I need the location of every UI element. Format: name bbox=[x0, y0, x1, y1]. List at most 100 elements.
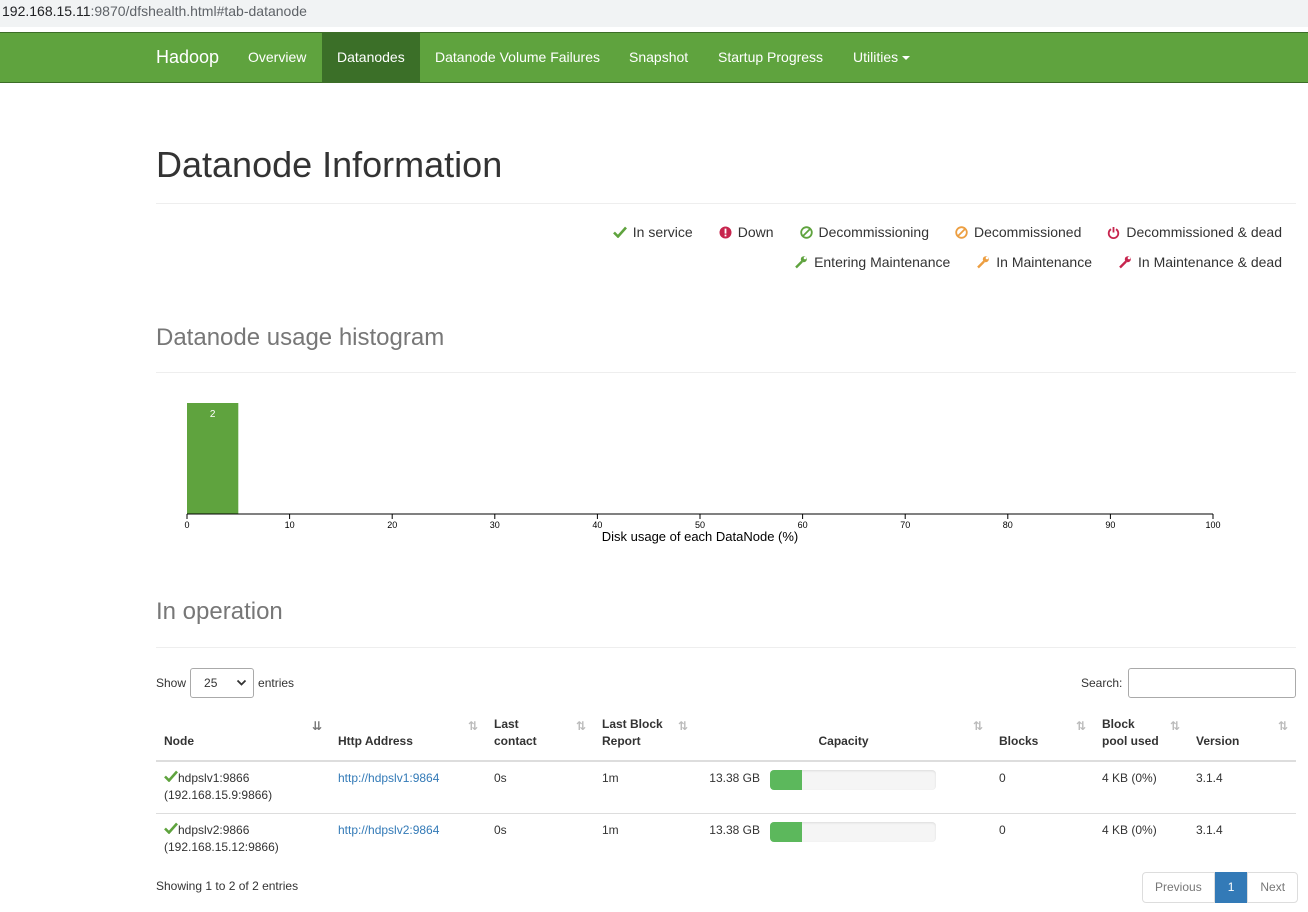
check-icon bbox=[164, 770, 178, 783]
search-input[interactable] bbox=[1128, 668, 1297, 698]
operation-heading: In operation bbox=[156, 598, 283, 625]
node-name: hdpslv1:9866 bbox=[178, 771, 250, 785]
ban-icon bbox=[799, 225, 813, 239]
legend-decommissioning: Decommissioning bbox=[799, 224, 929, 240]
legend-in-maintenance: In Maintenance bbox=[976, 254, 1092, 270]
sort-asc-icon: ⇊ bbox=[311, 719, 322, 733]
browser-address-bar[interactable]: 192.168.15.11:9870/dfshealth.html#tab-da… bbox=[0, 0, 1308, 27]
nav-utilities-dropdown[interactable]: Utilities bbox=[838, 33, 925, 82]
capacity-value: 13.38 GB bbox=[709, 822, 760, 837]
caret-down-icon bbox=[902, 56, 911, 61]
col-version[interactable]: Version ⇅ bbox=[1188, 712, 1296, 762]
node-cell: hdpslv1:9866 (192.168.15.9:9866) bbox=[156, 761, 330, 814]
page-title: Datanode Information bbox=[156, 144, 503, 185]
wrench-icon bbox=[1119, 256, 1131, 269]
col-capacity[interactable]: Capacity ⇅ bbox=[696, 712, 991, 762]
brand-link[interactable]: Hadoop bbox=[156, 47, 219, 68]
chevron-down-icon bbox=[236, 679, 247, 686]
http-cell: http://hdpslv2:9864 bbox=[330, 813, 486, 865]
entries-value: 25 bbox=[204, 676, 218, 690]
http-address-link[interactable]: http://hdpslv1:9864 bbox=[338, 771, 439, 785]
top-navbar: Hadoop Overview Datanodes Datanode Volum… bbox=[0, 32, 1308, 83]
x-tick-label: 70 bbox=[900, 520, 910, 530]
col-node[interactable]: Node ⇊ bbox=[156, 712, 330, 762]
legend-entering-maintenance: Entering Maintenance bbox=[794, 254, 950, 270]
capacity-value: 13.38 GB bbox=[709, 771, 760, 785]
table-row: hdpslv2:9866 (192.168.15.12:9866) http:/… bbox=[156, 813, 1296, 865]
col-http-address[interactable]: Http Address ⇅ bbox=[330, 712, 486, 762]
http-cell: http://hdpslv1:9864 bbox=[330, 761, 486, 814]
next-button[interactable]: Next bbox=[1247, 872, 1299, 903]
divider bbox=[156, 372, 1296, 373]
blocks-cell: 0 bbox=[999, 822, 1006, 837]
node-ip: (192.168.15.12:9866) bbox=[164, 839, 279, 854]
ban-icon bbox=[955, 225, 968, 239]
x-tick-label: 20 bbox=[387, 520, 397, 530]
legend-decommissioned-dead: Decommissioned & dead bbox=[1107, 224, 1282, 240]
legend-in-service: In service bbox=[612, 224, 693, 240]
sort-icon: ⇅ bbox=[972, 719, 983, 733]
nav-datanode-volume-failures[interactable]: Datanode Volume Failures bbox=[420, 33, 615, 82]
check-icon bbox=[612, 226, 627, 238]
power-off-icon bbox=[1108, 226, 1120, 239]
check-icon bbox=[164, 822, 178, 834]
node-name: hdpslv2:9866 bbox=[178, 822, 250, 837]
capacity-progress-bar bbox=[770, 821, 936, 842]
url-text[interactable]: 192.168.15.11:9870/dfshealth.html#tab-da… bbox=[2, 3, 307, 19]
col-blocks[interactable]: Blocks ⇅ bbox=[991, 712, 1094, 762]
node-cell: hdpslv2:9866 (192.168.15.12:9866) bbox=[156, 813, 330, 865]
divider bbox=[156, 647, 1296, 648]
table-header-row: Node ⇊ Http Address ⇅ Last contact ⇅ Last Bl… bbox=[156, 712, 1296, 762]
url-host: 192.168.15.11 bbox=[2, 3, 91, 19]
col-last-block-report[interactable]: Last Block Report ⇅ bbox=[594, 712, 696, 762]
usage-histogram: 20 10 20 30 40 50 60 70 80 90 100Disk usage of eac… bbox=[184, 403, 1221, 544]
capacity-progress-bar bbox=[770, 770, 936, 790]
page-1-button[interactable]: 1 bbox=[1214, 872, 1248, 903]
last-block-report-cell: 1m bbox=[602, 822, 619, 837]
nav-datanodes[interactable]: Datanodes bbox=[322, 33, 420, 82]
exclamation-circle-icon bbox=[719, 226, 732, 238]
legend-row-1: In service Down Decommissioning Decommis… bbox=[587, 224, 1282, 240]
histogram-heading: Datanode usage histogram bbox=[156, 324, 445, 351]
col-last-contact[interactable]: Last contact ⇅ bbox=[486, 712, 594, 762]
last-block-report-cell: 1m bbox=[594, 761, 696, 814]
col-block-pool-used[interactable]: Block pool used ⇅ bbox=[1094, 712, 1188, 762]
entries-length-control: Show 25 entries bbox=[156, 668, 294, 698]
nav-startup-progress[interactable]: Startup Progress bbox=[703, 33, 838, 82]
legend-down: Down bbox=[719, 224, 774, 240]
nav-overview[interactable]: Overview bbox=[233, 33, 321, 82]
wrench-icon bbox=[977, 256, 990, 269]
x-tick-label: 60 bbox=[798, 520, 808, 530]
legend-decommissioned: Decommissioned bbox=[955, 224, 1081, 240]
node-ip: (192.168.15.9:9866) bbox=[164, 788, 273, 802]
capacity-used-fill bbox=[770, 821, 802, 842]
sort-icon: ⇅ bbox=[467, 719, 478, 733]
nav-snapshot[interactable]: Snapshot bbox=[614, 33, 703, 82]
table-info: Showing 1 to 2 of 2 entries bbox=[156, 879, 299, 893]
blocks-cell: 0 bbox=[991, 761, 1094, 814]
capacity-cell: 13.38 GB bbox=[696, 813, 991, 865]
show-label: Show bbox=[156, 676, 187, 690]
search-label: Search: bbox=[1081, 676, 1123, 690]
sort-icon: ⇅ bbox=[1277, 719, 1288, 733]
http-address-link[interactable]: http://hdpslv2:9864 bbox=[338, 823, 439, 837]
table-row: hdpslv1:9866 (192.168.15.9:9866) http://… bbox=[156, 761, 1296, 814]
entries-select[interactable]: 25 bbox=[190, 668, 255, 698]
x-tick-label: 30 bbox=[490, 520, 500, 530]
wrench-icon bbox=[795, 256, 807, 269]
previous-button[interactable]: Previous bbox=[1142, 872, 1215, 903]
sort-icon: ⇅ bbox=[1075, 719, 1086, 733]
sort-icon: ⇅ bbox=[677, 719, 688, 733]
url-path: :9870/dfshealth.html#tab-datanode bbox=[90, 3, 307, 19]
x-tick-label: 90 bbox=[1105, 520, 1115, 530]
table-search: Search: bbox=[1081, 668, 1297, 698]
sort-icon: ⇅ bbox=[1169, 719, 1180, 733]
capacity-cell: 13.38 GB bbox=[696, 761, 991, 814]
datanode-table: Node ⇊ Http Address ⇅ Last contact ⇅ Last Bl… bbox=[156, 712, 1296, 865]
block-pool-used-cell: 4 KB (0%) bbox=[1102, 822, 1157, 837]
nav-utilities-label: Utilities bbox=[853, 49, 899, 65]
legend-in-maintenance-dead: In Maintenance & dead bbox=[1118, 254, 1282, 270]
legend-row-2: Entering Maintenance In Maintenance In M… bbox=[768, 254, 1282, 270]
divider bbox=[156, 203, 1296, 204]
pagination: Previous 1 Next bbox=[1142, 872, 1299, 903]
